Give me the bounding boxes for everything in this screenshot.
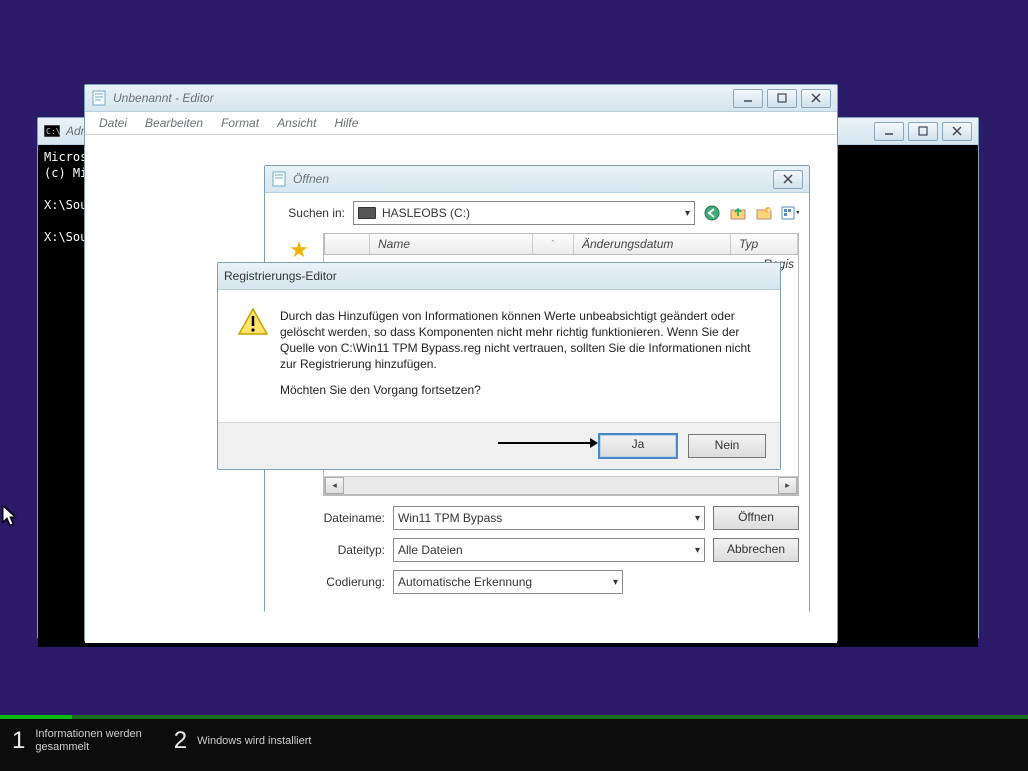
no-button[interactable]: Nein bbox=[688, 434, 766, 458]
messagebox: Registrierungs-Editor Durch das Hinzufüg… bbox=[217, 262, 781, 470]
minimize-button[interactable] bbox=[733, 89, 763, 108]
column-headers: Name ˆ Änderungsdatum Typ bbox=[324, 233, 798, 255]
chevron-down-icon: ▾ bbox=[612, 577, 618, 588]
filename-value: Win11 TPM Bypass bbox=[398, 511, 502, 525]
annotation-arrow-icon bbox=[498, 437, 598, 452]
lookin-value: HASLEOBS (C:) bbox=[382, 206, 470, 220]
progress-fill bbox=[0, 715, 72, 719]
minimize-button[interactable] bbox=[874, 122, 904, 141]
favorites-icon[interactable]: ★ bbox=[289, 237, 309, 263]
encoding-dropdown[interactable]: Automatische Erkennung ▾ bbox=[393, 570, 623, 594]
encoding-value: Automatische Erkennung bbox=[398, 575, 532, 589]
encoding-label: Codierung: bbox=[275, 575, 385, 589]
scroll-right-icon[interactable]: ▸ bbox=[778, 477, 797, 494]
close-button[interactable] bbox=[942, 122, 972, 141]
up-folder-icon[interactable] bbox=[729, 204, 747, 222]
editor-menubar: Datei Bearbeiten Format Ansicht Hilfe bbox=[85, 112, 837, 135]
open-button[interactable]: Öffnen bbox=[713, 506, 799, 530]
menu-view[interactable]: Ansicht bbox=[269, 114, 324, 132]
messagebox-titlebar[interactable]: Registrierungs-Editor bbox=[218, 263, 780, 290]
setup-step-2: 2 Windows wird installiert bbox=[174, 727, 312, 755]
notepad-icon bbox=[91, 90, 107, 106]
chevron-down-icon: ▾ bbox=[685, 208, 690, 219]
maximize-button[interactable] bbox=[908, 122, 938, 141]
cmd-icon: C:\ bbox=[44, 123, 60, 139]
step-label: Windows wird installiert bbox=[197, 735, 311, 748]
filename-input[interactable]: Win11 TPM Bypass ▾ bbox=[393, 506, 705, 530]
setup-progress-bar: 1 Informationen werden gesammelt 2 Windo… bbox=[0, 715, 1028, 771]
filetype-label: Dateityp: bbox=[275, 543, 385, 557]
editor-title: Unbenannt - Editor bbox=[113, 91, 733, 105]
notepad-icon bbox=[271, 171, 287, 187]
progress-track bbox=[0, 715, 1028, 719]
editor-titlebar[interactable]: Unbenannt - Editor bbox=[85, 85, 837, 112]
step-number: 1 bbox=[12, 727, 25, 755]
mouse-cursor-icon bbox=[2, 505, 18, 530]
svg-text:✦: ✦ bbox=[766, 207, 772, 215]
drive-icon bbox=[358, 207, 376, 219]
step-number: 2 bbox=[174, 727, 187, 755]
scroll-left-icon[interactable]: ◂ bbox=[325, 477, 344, 494]
back-icon[interactable] bbox=[703, 204, 721, 222]
chevron-down-icon: ▾ bbox=[694, 545, 700, 556]
chevron-down-icon: ▾ bbox=[694, 513, 700, 524]
horizontal-scrollbar[interactable]: ◂ ▸ bbox=[324, 476, 798, 495]
filetype-dropdown[interactable]: Alle Dateien ▾ bbox=[393, 538, 705, 562]
setup-step-1: 1 Informationen werden gesammelt bbox=[12, 727, 142, 755]
close-button[interactable] bbox=[801, 89, 831, 108]
maximize-button[interactable] bbox=[767, 89, 797, 108]
col-name[interactable]: Name bbox=[370, 234, 533, 254]
menu-edit[interactable]: Bearbeiten bbox=[137, 114, 211, 132]
lookin-label: Suchen in: bbox=[275, 206, 345, 220]
cancel-button[interactable]: Abbrechen bbox=[713, 538, 799, 562]
desktop: C:\ Administrator Microsoft Windows (c) … bbox=[0, 0, 1028, 771]
menu-format[interactable]: Format bbox=[213, 114, 267, 132]
messagebox-title: Registrierungs-Editor bbox=[224, 269, 774, 283]
close-button[interactable] bbox=[773, 170, 803, 189]
messagebox-text: Durch das Hinzufügen von Informationen k… bbox=[280, 308, 760, 408]
col-type[interactable]: Typ bbox=[731, 234, 798, 254]
warning-icon bbox=[238, 308, 266, 336]
col-date[interactable]: Änderungsdatum bbox=[574, 234, 731, 254]
col-spacer[interactable] bbox=[324, 234, 370, 254]
view-menu-icon[interactable] bbox=[781, 204, 799, 222]
sort-indicator-icon[interactable]: ˆ bbox=[533, 234, 574, 254]
open-dialog-title: Öffnen bbox=[293, 172, 773, 186]
menu-file[interactable]: Datei bbox=[91, 114, 135, 132]
open-dialog-titlebar[interactable]: Öffnen bbox=[265, 166, 809, 193]
svg-text:C:\: C:\ bbox=[46, 127, 60, 136]
step-label: Informationen werden gesammelt bbox=[35, 728, 141, 754]
lookin-dropdown[interactable]: HASLEOBS (C:) ▾ bbox=[353, 201, 695, 225]
menu-help[interactable]: Hilfe bbox=[326, 114, 366, 132]
filetype-value: Alle Dateien bbox=[398, 543, 463, 557]
filename-label: Dateiname: bbox=[275, 511, 385, 525]
yes-button[interactable]: Ja bbox=[598, 433, 678, 459]
new-folder-icon[interactable]: ✦ bbox=[755, 204, 773, 222]
